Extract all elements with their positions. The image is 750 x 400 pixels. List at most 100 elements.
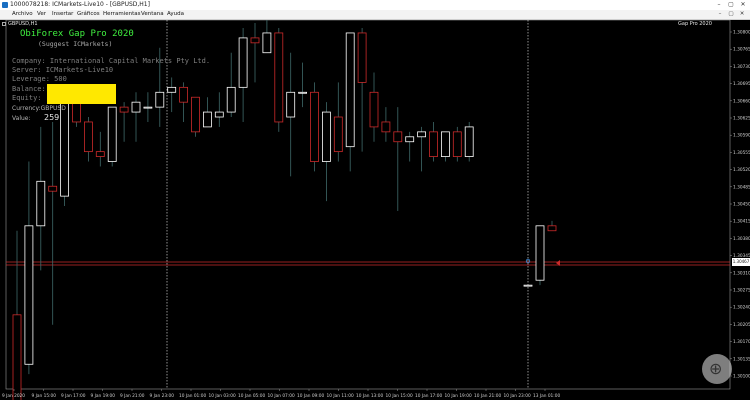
date-tick-label: 10 Jan 11:00 [327,393,354,399]
candle-body [286,91,296,118]
date-tick-label: 10 Jan 05:00 [238,393,265,399]
price-chart[interactable]: 1.30800 1.30765 1.30730 1.30695 1.30660 1.306… [0,20,750,400]
company-line: Company: International Capital Markets P… [12,57,211,65]
menu-herramientas[interactable]: Herramientas [103,10,140,19]
candle-body [274,32,284,123]
current-price-tag: 1.30467 [732,258,750,266]
price-tick-label: 1.30170 [733,339,750,345]
price-tick-label: 1.30415 [733,219,750,225]
candle-body [202,111,212,128]
menu-ayuda[interactable]: Ayuda [167,10,184,19]
date-tick-label: 9 Jan 21:00 [120,393,145,399]
candle-body [226,86,236,113]
window-title: 1000078218: ICMarkets-Live10 - [GBPUSD,H… [10,1,150,8]
server-line: Server: ICMarkets-Live10 [12,66,114,74]
candle-body [12,314,22,400]
candle-body [36,180,46,227]
candle-body [523,284,533,287]
candle-body [143,106,153,109]
menu-insertar[interactable]: Insertar [52,10,73,19]
candle-body [95,151,105,157]
menu-ventana[interactable]: Ventana [141,10,164,19]
redaction-box [47,84,116,104]
menu-ver[interactable]: Ver [37,10,46,19]
balance-label: Balance: [12,85,46,93]
candle-body [155,91,165,108]
price-tick-label: 1.30100 [733,374,750,380]
date-tick-label: 9 Jan 17:00 [61,393,86,399]
candle-body [24,225,34,365]
candle-body [250,37,260,44]
maximize-button[interactable]: ▢ [725,0,737,10]
price-tick-label: 1.30450 [733,202,750,208]
candle-body [535,225,545,281]
price-tick-label: 1.30730 [733,64,750,70]
date-tick-label: 10 Jan 17:00 [415,393,442,399]
price-tick-label: 1.30380 [733,236,750,242]
close-button[interactable]: ✕ [737,0,749,10]
candle-body [547,225,557,232]
price-tick-label: 1.30485 [733,184,750,190]
price-tick-label: 1.30240 [733,305,750,311]
candle-body [48,185,58,192]
candle-body [262,32,272,54]
price-tick-label: 1.30765 [733,47,750,53]
candle-body [107,106,117,162]
candle-body [298,91,308,94]
price-tick-label: 1.30625 [733,116,750,122]
chart-window-icon [2,22,6,26]
date-tick-label: 10 Jan 07:00 [268,393,295,399]
app-icon [2,2,8,8]
menu-graficos[interactable]: Gráficos [77,10,100,19]
magnifier-icon: ⊕ [709,359,723,378]
candle-body [167,86,177,93]
minimize-button[interactable]: – [713,0,725,10]
candle-body [464,126,474,157]
mdi-restore-button[interactable]: ▢ [726,10,736,19]
candle-body [440,131,450,157]
mdi-close-button[interactable]: ✕ [737,10,747,19]
date-tick-label: 10 Jan 01:00 [179,393,206,399]
candle-body [333,116,343,153]
indicator-name-label: Gap Pro 2020 [678,21,712,27]
candle-body [369,91,379,128]
candle-body [429,131,438,157]
candle-body [131,101,141,113]
mdi-minimize-button[interactable]: – [715,10,725,19]
date-tick-label: 10 Jan 21:00 [474,393,501,399]
price-tick-label: 1.30275 [733,288,750,294]
candle-body [357,32,367,83]
leverage-line: Leverage: 500 [12,75,67,83]
candle-body [191,96,200,133]
price-tick-label: 1.30310 [733,270,750,276]
candle-body [119,106,129,113]
indicator-title: ObiForex Gap Pro 2020 [20,29,134,39]
date-tick-label: 10 Jan 09:00 [297,393,324,399]
date-tick-label: 10 Jan 19:00 [445,393,472,399]
date-tick-label: 9 Jan 23:00 [150,393,175,399]
candle-body [238,37,248,88]
candle-body [179,86,189,103]
date-tick-label: 10 Jan 03:00 [209,393,236,399]
price-tick-label: 1.30695 [733,81,750,87]
value-label: Value: [12,115,31,122]
candle-body [310,91,319,162]
candle-body [405,136,415,143]
plot-frame [5,20,731,390]
date-tick-label: 10 Jan 15:00 [386,393,413,399]
price-tick-label: 1.30555 [733,150,750,156]
price-tick-label: 1.30520 [733,167,750,173]
indicator-subtitle: (Suggest ICMarkets) [38,40,113,48]
date-tick-label: 10 Jan 13:00 [356,393,383,399]
date-tick-label: 9 Jan 2020 [2,393,25,399]
menu-bar: Archivo Ver Insertar Gráficos Herramient… [0,10,750,20]
candle-body [84,121,93,153]
date-tick-label: 10 Jan 23:00 [504,393,531,399]
menu-archivo[interactable]: Archivo [12,10,33,19]
equity-label: Equity: [12,94,42,102]
price-tick-label: 1.30590 [733,133,750,139]
price-tick-label: 1.30800 [733,30,750,36]
candle-body [214,111,224,118]
candle-body [381,121,391,133]
date-tick-label: 9 Jan 15:00 [32,393,57,399]
